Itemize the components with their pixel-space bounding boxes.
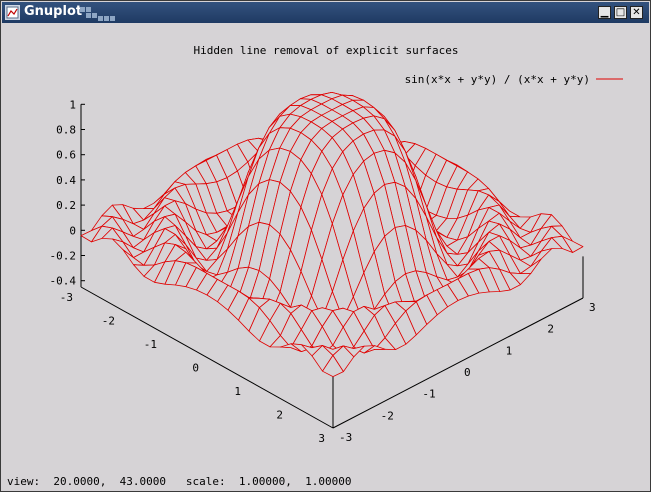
z-tick-label: -0.2: [50, 250, 77, 263]
status-scale-z: 1.00000: [305, 475, 352, 488]
x-tick-label: 0: [192, 362, 199, 375]
window-titlebar[interactable]: Gnuplot ▁ □ ✕: [2, 2, 649, 23]
y-tick-label: 3: [589, 301, 596, 314]
y-tick-label: -1: [422, 388, 435, 401]
surface-chart: Hidden line removal of explicit surfaces…: [50, 44, 623, 445]
z-tick-label: 0.6: [56, 149, 76, 162]
x-tick-label: -3: [60, 291, 73, 304]
z-tick-label: 0: [69, 224, 76, 237]
x-tick-label: -2: [102, 315, 115, 328]
titlebar-decoration: [80, 7, 120, 21]
y-tick-label: -3: [339, 431, 352, 444]
y-tick-label: 1: [506, 344, 513, 357]
chart-title: Hidden line removal of explicit surfaces: [194, 44, 459, 57]
z-tick-label: 0.2: [56, 199, 76, 212]
status-scale-label: scale:: [185, 475, 226, 488]
gnuplot-app-icon[interactable]: [5, 5, 20, 20]
legend-label: sin(x*x + y*y) / (x*x + y*y): [405, 73, 590, 86]
status-view-label: view:: [7, 475, 41, 488]
status-scale-xy: 1.00000,: [238, 475, 292, 488]
close-button[interactable]: ✕: [630, 6, 643, 19]
minimize-button[interactable]: ▁: [598, 6, 611, 19]
x-tick-label: 3: [318, 432, 325, 445]
z-tick-label: -0.4: [50, 275, 77, 288]
y-tick-label: 2: [547, 323, 554, 336]
x-tick-label: 1: [234, 385, 241, 398]
x-tick-label: 2: [276, 409, 283, 422]
maximize-button[interactable]: □: [614, 6, 627, 19]
gnuplot-window: Gnuplot ▁ □ ✕ Hidden line removal of exp…: [0, 0, 651, 492]
y-tick-label: 0: [464, 366, 471, 379]
z-tick-label: 0.4: [56, 174, 76, 187]
surface-mesh: [80, 92, 584, 378]
z-tick-label: 0.8: [56, 124, 76, 137]
plot-canvas[interactable]: Hidden line removal of explicit surfaces…: [3, 24, 649, 490]
status-view-rot-z: 43.0000: [119, 475, 166, 488]
status-bar: view: 20.0000, 43.0000 scale: 1.00000, 1…: [7, 475, 351, 488]
window-title: Gnuplot: [24, 4, 83, 19]
z-tick-label: 1: [69, 98, 76, 111]
y-tick-label: -2: [381, 409, 394, 422]
x-tick-label: -1: [144, 338, 157, 351]
status-view-rot-x: 20.0000,: [53, 475, 107, 488]
